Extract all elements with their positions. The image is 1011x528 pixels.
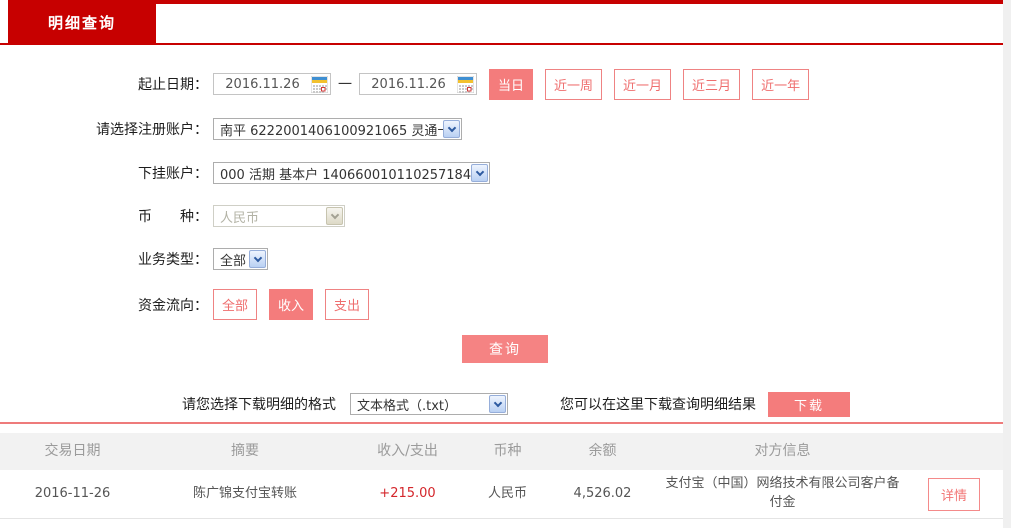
table-header-row: 交易日期 摘要 收入/支出 币种 余额 对方信息 bbox=[0, 433, 1003, 470]
chevron-down-icon[interactable] bbox=[249, 250, 266, 268]
cell-amount: +215.00 bbox=[345, 485, 470, 504]
download-row: 请您选择下载明细的格式 文本格式（.txt） 您可以在这里下载查询明细结果 下载 bbox=[0, 391, 1003, 417]
download-button[interactable]: 下载 bbox=[768, 392, 850, 417]
registered-account-select[interactable]: 南平 6222001406100921065 灵通卡 bbox=[213, 118, 462, 140]
cell-transaction-date: 2016-11-26 bbox=[0, 485, 145, 504]
flow-all-button[interactable]: 全部 bbox=[213, 289, 257, 320]
date-separator: 一 bbox=[338, 74, 352, 94]
chevron-down-icon[interactable] bbox=[471, 164, 488, 182]
business-type-label: 业务类型： bbox=[0, 249, 208, 269]
cell-summary: 陈广锦支付宝转账 bbox=[145, 485, 345, 504]
currency-label: 币 种： bbox=[0, 206, 208, 226]
header-counterparty: 对方信息 bbox=[660, 441, 905, 461]
table-row: 2016-11-26 陈广锦支付宝转账 +215.00 人民币 4,526.02… bbox=[0, 470, 1003, 519]
top-red-bar bbox=[8, 0, 1003, 4]
sub-account-row: 下挂账户： 000 活期 基本户 1406600101102571848 bbox=[0, 161, 1003, 185]
cell-balance: 4,526.02 bbox=[545, 485, 660, 504]
business-type-row: 业务类型： 全部 bbox=[0, 247, 1003, 271]
cell-currency: 人民币 bbox=[470, 485, 545, 504]
quick-range-quarter-button[interactable]: 近三月 bbox=[683, 69, 740, 100]
tab-detail-query[interactable]: 明细查询 bbox=[8, 0, 156, 45]
download-format-value: 文本格式（.txt） bbox=[357, 395, 457, 414]
date-from-value: 2016.11.26 bbox=[214, 77, 311, 92]
sub-account-label: 下挂账户： bbox=[0, 163, 208, 183]
calendar-icon[interactable] bbox=[311, 76, 328, 93]
header-currency: 币种 bbox=[470, 441, 545, 461]
sub-account-value: 000 活期 基本户 1406600101102571848 bbox=[220, 164, 479, 183]
flow-income-button[interactable]: 收入 bbox=[269, 289, 313, 320]
date-from-input[interactable]: 2016.11.26 bbox=[213, 73, 331, 95]
funds-flow-label: 资金流向： bbox=[0, 295, 208, 315]
chevron-down-icon[interactable] bbox=[489, 395, 506, 413]
calendar-icon[interactable] bbox=[457, 76, 474, 93]
cell-counterparty: 支付宝（中国）网络技术有限公司客户备付金 bbox=[660, 475, 905, 513]
download-format-select[interactable]: 文本格式（.txt） bbox=[350, 393, 508, 415]
quick-range-month-button[interactable]: 近一月 bbox=[614, 69, 671, 100]
currency-select: 人民币 bbox=[213, 205, 345, 227]
registered-account-row: 请选择注册账户： 南平 6222001406100921065 灵通卡 bbox=[0, 117, 1003, 141]
table-top-divider bbox=[0, 422, 1003, 424]
tab-underline bbox=[0, 43, 1003, 45]
page-right-margin bbox=[1003, 0, 1011, 528]
download-format-label: 请您选择下载明细的格式 bbox=[182, 394, 336, 414]
detail-button[interactable]: 详情 bbox=[928, 478, 980, 511]
chevron-down-icon[interactable] bbox=[443, 120, 460, 138]
registered-account-value: 南平 6222001406100921065 灵通卡 bbox=[220, 120, 450, 139]
quick-range-today-button[interactable]: 当日 bbox=[489, 69, 533, 100]
flow-expense-button[interactable]: 支出 bbox=[325, 289, 369, 320]
date-to-input[interactable]: 2016.11.26 bbox=[359, 73, 477, 95]
business-type-select[interactable]: 全部 bbox=[213, 248, 268, 270]
query-button[interactable]: 查询 bbox=[462, 335, 548, 363]
tab-label: 明细查询 bbox=[48, 12, 116, 33]
date-range-row: 起止日期： 2016.11.26 一 2016.11.26 bbox=[0, 70, 1003, 98]
currency-row: 币 种： 人民币 bbox=[0, 204, 1003, 228]
date-range-label: 起止日期： bbox=[0, 74, 208, 94]
download-hint-text: 您可以在这里下载查询明细结果 bbox=[560, 394, 756, 414]
header-transaction-date: 交易日期 bbox=[0, 441, 145, 461]
quick-range-year-button[interactable]: 近一年 bbox=[752, 69, 809, 100]
chevron-down-icon bbox=[326, 207, 343, 225]
header-summary: 摘要 bbox=[145, 441, 345, 461]
registered-account-label: 请选择注册账户： bbox=[0, 119, 208, 139]
currency-value: 人民币 bbox=[220, 207, 259, 226]
funds-flow-row: 资金流向： 全部 收入 支出 bbox=[0, 291, 1003, 318]
sub-account-select[interactable]: 000 活期 基本户 1406600101102571848 bbox=[213, 162, 490, 184]
date-to-value: 2016.11.26 bbox=[360, 77, 457, 92]
quick-range-week-button[interactable]: 近一周 bbox=[545, 69, 602, 100]
header-balance: 余额 bbox=[545, 441, 660, 461]
cell-actions: 详情 bbox=[905, 478, 1003, 511]
header-income-expense: 收入/支出 bbox=[345, 441, 470, 461]
business-type-value: 全部 bbox=[220, 250, 246, 269]
